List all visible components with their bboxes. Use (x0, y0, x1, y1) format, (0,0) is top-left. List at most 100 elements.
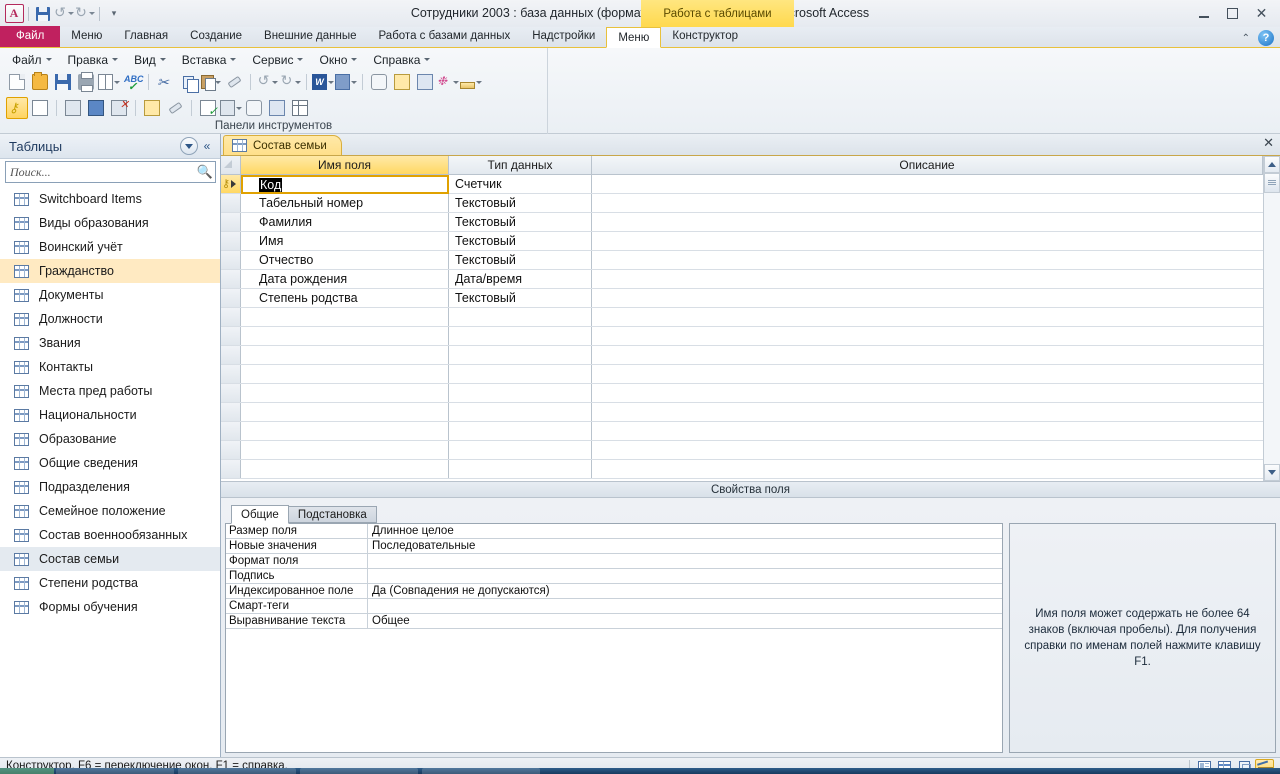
row-selector[interactable] (221, 365, 241, 383)
property-value[interactable]: Общее (368, 614, 1002, 628)
tab-general[interactable]: Общие (231, 505, 289, 524)
menu-help[interactable]: Справка (365, 50, 438, 69)
data-type-cell[interactable]: Дата/время (449, 270, 592, 288)
tab-contextual-design[interactable]: Конструктор (661, 26, 749, 47)
data-type-cell[interactable] (449, 346, 592, 364)
tab-addins[interactable]: Надстройки (521, 26, 606, 47)
field-name-cell[interactable]: Код (241, 175, 449, 194)
table-row[interactable]: Фамилия Текстовый (221, 213, 1263, 232)
scroll-up-button[interactable] (1264, 156, 1280, 173)
list-item[interactable]: Состав военнообязанных (0, 523, 220, 547)
property-row[interactable]: Выравнивание текста Общее (226, 614, 1002, 629)
table-row-empty[interactable] (221, 460, 1263, 479)
redo-button[interactable]: ↻ (75, 4, 95, 24)
cut-button[interactable]: ✂ (154, 71, 176, 93)
list-item[interactable]: Подразделения (0, 475, 220, 499)
list-item[interactable]: Switchboard Items (0, 187, 220, 211)
table-row-empty[interactable] (221, 346, 1263, 365)
taskbar-item[interactable] (422, 768, 540, 774)
data-type-cell[interactable]: Текстовый (449, 213, 592, 231)
list-item[interactable]: Степени родства (0, 571, 220, 595)
list-item[interactable]: Контакты (0, 355, 220, 379)
scrollbar-thumb[interactable] (1264, 173, 1280, 193)
row-selector[interactable] (221, 213, 241, 231)
insert-rows-button[interactable] (62, 97, 84, 119)
description-cell[interactable] (592, 194, 1263, 212)
spelling-button[interactable]: ABC (121, 71, 144, 93)
subdatasheet-button[interactable] (220, 97, 242, 119)
field-name-cell[interactable] (241, 422, 449, 440)
description-cell[interactable] (592, 327, 1263, 345)
property-value[interactable]: Да (Совпадения не допускаются) (368, 584, 1002, 598)
test-validation-button[interactable] (197, 97, 219, 119)
list-item[interactable]: Семейное положение (0, 499, 220, 523)
tab-contextual-menu[interactable]: Меню (606, 27, 662, 48)
tab-home[interactable]: Главная (113, 26, 179, 47)
data-type-cell[interactable] (449, 441, 592, 459)
table-row[interactable]: Табельный номер Текстовый (221, 194, 1263, 213)
description-cell[interactable] (592, 289, 1263, 307)
document-tab-sostav-semi[interactable]: Состав семьи (223, 135, 342, 155)
description-cell[interactable] (592, 422, 1263, 440)
relationships-small-button[interactable] (266, 97, 288, 119)
list-item[interactable]: Должности (0, 307, 220, 331)
chevron-down-icon[interactable] (295, 80, 301, 84)
data-type-cell[interactable]: Текстовый (449, 251, 592, 269)
property-value[interactable] (368, 569, 1002, 583)
list-item[interactable]: Гражданство (0, 259, 220, 283)
property-row[interactable]: Формат поля (226, 554, 1002, 569)
new-document-button[interactable] (6, 71, 28, 93)
print-button[interactable] (75, 71, 97, 93)
build-button[interactable] (85, 97, 107, 119)
undo-chevron-down-icon[interactable] (68, 12, 74, 15)
print-preview-button[interactable] (98, 71, 120, 93)
table-row-empty[interactable] (221, 327, 1263, 346)
navigation-search-box[interactable]: 🔍 (5, 161, 216, 183)
ruler-button[interactable] (460, 71, 482, 93)
analyze-button[interactable] (335, 71, 357, 93)
row-selector[interactable] (221, 232, 241, 250)
paste-button[interactable] (200, 71, 222, 93)
property-row[interactable]: Новые значения Последовательные (226, 539, 1002, 554)
list-item[interactable]: Места пред работы (0, 379, 220, 403)
undo-toolbar-button[interactable]: ↻ (256, 71, 278, 93)
menu-tools[interactable]: Сервис (244, 50, 311, 69)
row-selector[interactable] (221, 441, 241, 459)
table-row-empty[interactable] (221, 422, 1263, 441)
chevron-down-icon[interactable] (351, 80, 357, 84)
tab-file[interactable]: Файл (0, 26, 61, 47)
property-row[interactable]: Подпись (226, 569, 1002, 584)
tab-database-tools[interactable]: Работа с базами данных (368, 26, 522, 47)
data-type-cell[interactable] (449, 422, 592, 440)
help-icon[interactable]: ? (1258, 30, 1274, 46)
list-item[interactable]: Воинский учёт (0, 235, 220, 259)
property-value[interactable] (368, 554, 1002, 568)
description-cell[interactable] (592, 403, 1263, 421)
field-name-cell[interactable] (241, 403, 449, 421)
description-cell[interactable] (592, 365, 1263, 383)
table-row-empty[interactable] (221, 384, 1263, 403)
chevron-down-icon[interactable] (476, 80, 482, 84)
customize-qat-button[interactable]: ▾ (104, 4, 124, 24)
table-row-empty[interactable] (221, 308, 1263, 327)
data-type-cell[interactable] (449, 384, 592, 402)
data-type-cell[interactable] (449, 460, 592, 478)
data-type-cell[interactable] (449, 403, 592, 421)
list-item-selected[interactable]: Состав семьи (0, 547, 220, 571)
row-selector[interactable] (221, 346, 241, 364)
application-menu-button[interactable]: A (4, 4, 24, 24)
data-type-cell[interactable] (449, 327, 592, 345)
data-type-cell[interactable]: Текстовый (449, 289, 592, 307)
taskbar-item[interactable] (300, 768, 418, 774)
field-name-cell[interactable]: Дата рождения (241, 270, 449, 288)
field-name-cell[interactable]: Степень родства (241, 289, 449, 307)
list-item[interactable]: Документы (0, 283, 220, 307)
list-item[interactable]: Формы обучения (0, 595, 220, 619)
row-selector[interactable] (221, 327, 241, 345)
field-name-cell[interactable] (241, 308, 449, 326)
select-all-corner[interactable] (221, 156, 241, 174)
property-row[interactable]: Смарт-теги (226, 599, 1002, 614)
description-cell[interactable] (592, 308, 1263, 326)
row-selector[interactable] (221, 270, 241, 288)
search-input[interactable] (6, 163, 195, 181)
